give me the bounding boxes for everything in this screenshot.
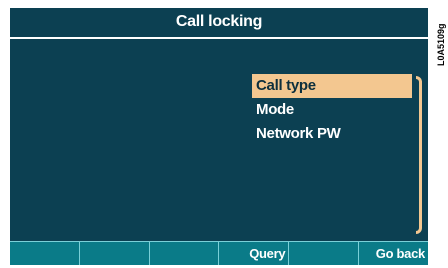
softkey-go-back[interactable]: Go back bbox=[359, 241, 428, 265]
menu-item-mode[interactable]: Mode bbox=[252, 98, 294, 122]
title-divider bbox=[10, 37, 428, 39]
softkey-3[interactable] bbox=[149, 241, 220, 265]
display-screen: Call locking Call type Mode Network PW Q… bbox=[10, 8, 428, 265]
softkey-query[interactable]: Query bbox=[219, 241, 290, 265]
menu-list: Call type Mode Network PW bbox=[252, 74, 428, 236]
softkey-bar: Query Go back bbox=[10, 241, 428, 265]
menu-item-network-pw[interactable]: Network PW bbox=[252, 122, 341, 146]
menu-item-call-type[interactable]: Call type bbox=[252, 74, 412, 98]
softkey-2[interactable] bbox=[79, 241, 150, 265]
scroll-indicator bbox=[416, 76, 422, 234]
softkey-5[interactable] bbox=[289, 241, 360, 265]
softkey-1[interactable] bbox=[10, 241, 80, 265]
screen-title: Call locking bbox=[175, 13, 263, 30]
figure-reference-label: L0A5109g bbox=[436, 23, 446, 66]
